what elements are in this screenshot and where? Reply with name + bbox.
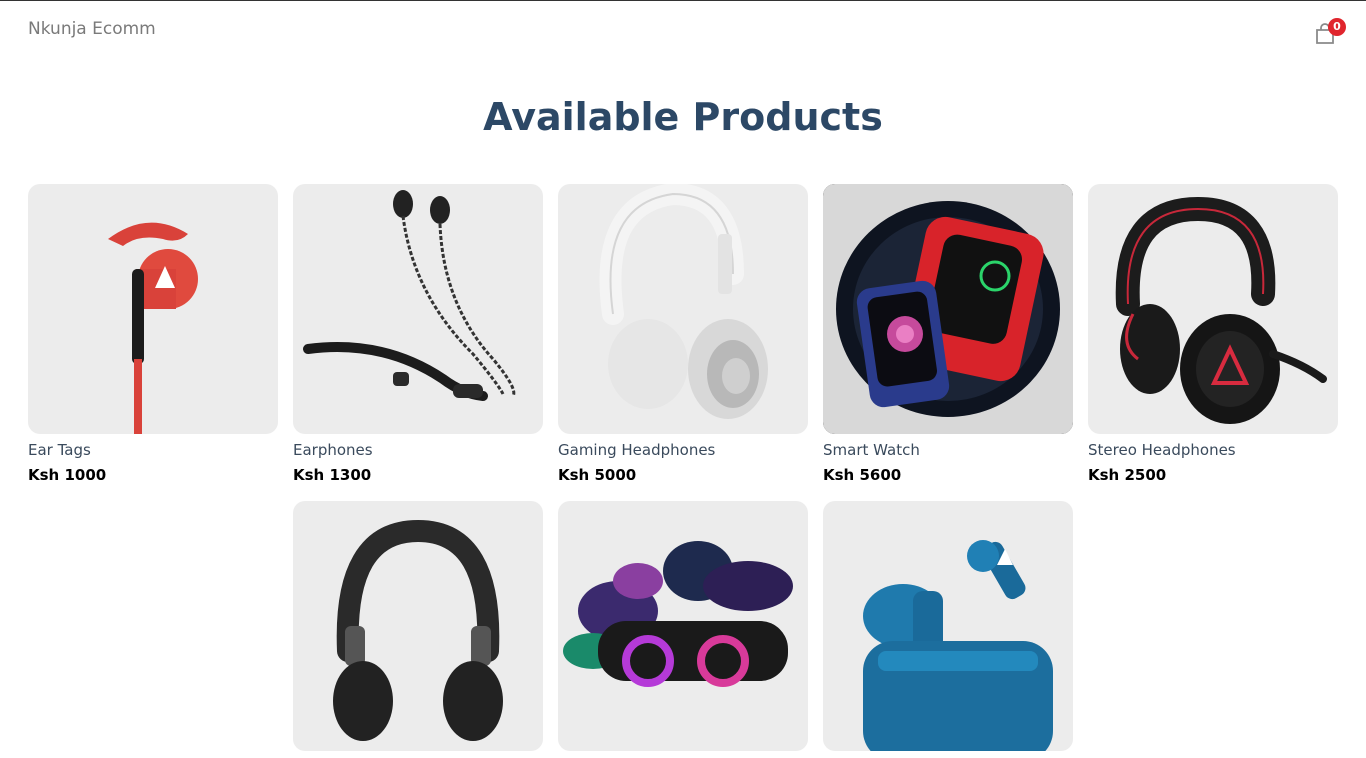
site-header: Nkunja Ecomm 0 xyxy=(0,1,1366,61)
product-image-6 xyxy=(293,501,543,751)
product-card-8[interactable] xyxy=(823,501,1073,758)
product-image-8 xyxy=(823,501,1073,751)
product-card-ear-tags[interactable]: Ear Tags Ksh 1000 xyxy=(28,184,278,484)
product-name: Ear Tags xyxy=(28,441,91,459)
cart-button[interactable]: 0 xyxy=(1314,18,1348,47)
product-image-ear-tags xyxy=(28,184,278,434)
product-name: Stereo Headphones xyxy=(1088,441,1236,459)
product-image-smart-watch xyxy=(823,184,1073,434)
product-card-earphones[interactable]: Earphones Ksh 1300 xyxy=(293,184,543,484)
cart-count-badge: 0 xyxy=(1328,18,1346,36)
product-image-7 xyxy=(558,501,808,751)
page-title: Available Products xyxy=(483,95,883,139)
product-price: Ksh 5000 xyxy=(558,466,637,484)
product-image-stereo-headphones xyxy=(1088,184,1338,434)
product-card-gaming-headphones[interactable]: Gaming Headphones Ksh 5000 xyxy=(558,184,808,484)
product-image-gaming-headphones xyxy=(558,184,808,434)
product-card-6[interactable] xyxy=(293,501,543,758)
brand-logo-link[interactable]: Nkunja Ecomm xyxy=(28,19,156,39)
product-card-7[interactable] xyxy=(558,501,808,758)
product-name: Gaming Headphones xyxy=(558,441,716,459)
product-price: Ksh 1000 xyxy=(28,466,107,484)
product-card-stereo-headphones[interactable]: Stereo Headphones Ksh 2500 xyxy=(1088,184,1338,484)
product-image-earphones xyxy=(293,184,543,434)
product-price: Ksh 2500 xyxy=(1088,466,1167,484)
product-name: Smart Watch xyxy=(823,441,920,459)
product-card-smart-watch[interactable]: Smart Watch Ksh 5600 xyxy=(823,184,1073,484)
product-name: Earphones xyxy=(293,441,373,459)
product-price: Ksh 5600 xyxy=(823,466,902,484)
product-price: Ksh 1300 xyxy=(293,466,372,484)
